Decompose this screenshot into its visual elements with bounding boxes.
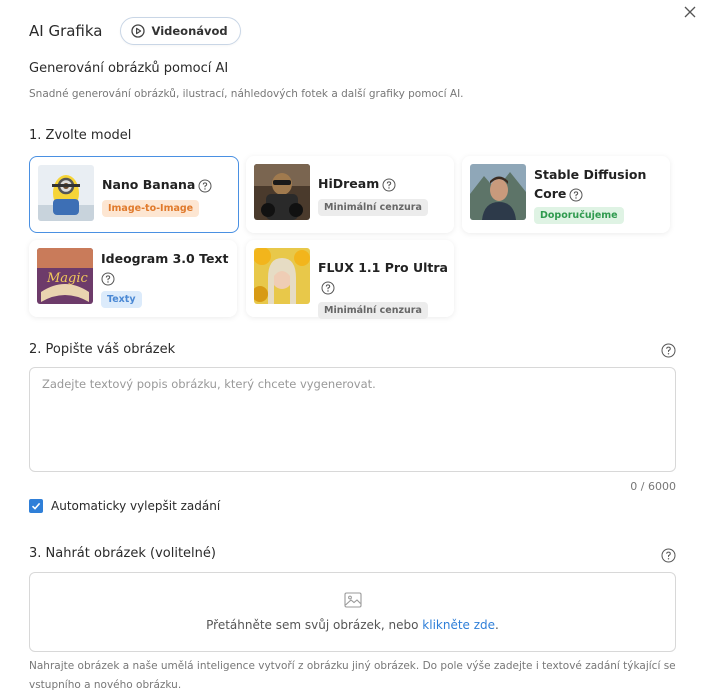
model-info: Nano Banana Image-to-Image bbox=[102, 175, 232, 217]
model-name: FLUX 1.1 Pro Ultra bbox=[318, 258, 448, 296]
video-tutorial-button[interactable]: Videonávod bbox=[119, 17, 241, 45]
model-card-hidream[interactable]: HiDream Minimální cenzura bbox=[246, 156, 454, 233]
model-info: FLUX 1.1 Pro Ultra Minimální cenzura bbox=[318, 258, 448, 319]
model-thumbnail-flux bbox=[254, 248, 310, 304]
model-badge: Minimální cenzura bbox=[318, 302, 428, 319]
upload-footnote: Nahrajte obrázek a naše umělá inteligenc… bbox=[29, 660, 676, 691]
section-description: Snadné generování obrázků, ilustrací, ná… bbox=[29, 88, 464, 100]
model-name: HiDream bbox=[318, 174, 448, 193]
svg-text:Magic: Magic bbox=[46, 271, 89, 286]
help-icon[interactable] bbox=[321, 281, 335, 295]
model-name: Stable Diffusion Core bbox=[534, 167, 647, 202]
checkbox-checked-icon[interactable] bbox=[29, 499, 43, 513]
model-section-label: 1. Zvolte model bbox=[29, 128, 132, 143]
close-icon[interactable] bbox=[683, 5, 697, 19]
model-badge: Texty bbox=[101, 291, 142, 308]
model-badge: Image-to-Image bbox=[102, 200, 200, 217]
image-icon bbox=[343, 592, 362, 608]
model-card-ideogram[interactable]: Magic Ideogram 3.0 Text Texty bbox=[29, 240, 237, 317]
model-info: Stable Diffusion Core Doporučujeme bbox=[534, 165, 664, 224]
model-badge: Doporučujeme bbox=[534, 207, 624, 224]
model-name: Nano Banana bbox=[102, 175, 232, 194]
model-thumbnail-nano-banana bbox=[38, 165, 94, 221]
app-title: AI Grafika bbox=[29, 22, 103, 40]
enhance-prompt-checkbox[interactable]: Automaticky vylepšit zadání bbox=[29, 499, 220, 513]
model-thumbnail-stable-diffusion bbox=[470, 164, 526, 220]
video-tutorial-label: Videonávod bbox=[151, 24, 228, 38]
model-info: HiDream Minimální cenzura bbox=[318, 174, 448, 216]
enhance-prompt-label: Automaticky vylepšit zadání bbox=[51, 499, 221, 513]
play-circle-icon bbox=[130, 24, 145, 38]
model-thumbnail-hidream bbox=[254, 164, 310, 220]
help-icon[interactable] bbox=[569, 188, 583, 202]
help-icon[interactable] bbox=[661, 343, 676, 358]
describe-section-label: 2. Popište váš obrázek bbox=[29, 342, 176, 357]
upload-section-label: 3. Nahrát obrázek (volitelné) bbox=[29, 546, 216, 561]
help-icon[interactable] bbox=[661, 548, 676, 563]
image-dropzone[interactable]: Přetáhněte sem svůj obrázek, nebo klikně… bbox=[29, 572, 676, 652]
model-info: Ideogram 3.0 Text Texty bbox=[101, 249, 231, 308]
header: AI Grafika Videonávod bbox=[29, 16, 241, 46]
prompt-placeholder: Zadejte textový popis obrázku, který chc… bbox=[42, 377, 376, 391]
help-icon[interactable] bbox=[198, 179, 212, 193]
prompt-textarea[interactable]: Zadejte textový popis obrázku, který chc… bbox=[29, 367, 676, 472]
model-card-nano-banana[interactable]: Nano Banana Image-to-Image bbox=[29, 156, 239, 233]
model-name: Ideogram 3.0 Text bbox=[101, 249, 231, 287]
model-card-flux[interactable]: FLUX 1.1 Pro Ultra Minimální cenzura bbox=[246, 240, 454, 319]
section-subtitle: Generování obrázků pomocí AI bbox=[29, 61, 229, 76]
character-counter: 0 / 6000 bbox=[630, 480, 676, 493]
model-card-stable-diffusion-core[interactable]: Stable Diffusion Core Doporučujeme bbox=[462, 156, 670, 233]
click-here-link[interactable]: klikněte zde bbox=[422, 618, 495, 632]
model-badge: Minimální cenzura bbox=[318, 199, 428, 216]
help-icon[interactable] bbox=[382, 178, 396, 192]
help-icon[interactable] bbox=[101, 272, 115, 286]
dropzone-text: Přetáhněte sem svůj obrázek, nebo klikně… bbox=[206, 618, 499, 632]
model-thumbnail-ideogram: Magic bbox=[37, 248, 93, 304]
